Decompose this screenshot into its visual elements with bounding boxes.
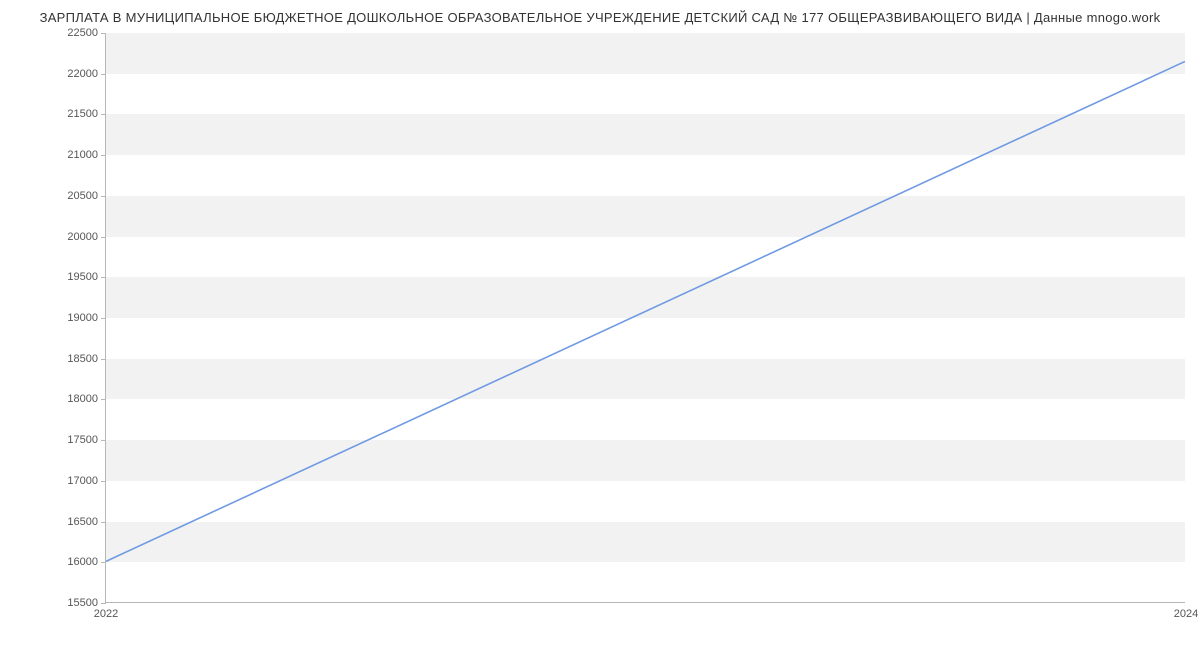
y-tick-mark (101, 237, 106, 238)
y-tick-mark (101, 522, 106, 523)
chart-title: ЗАРПЛАТА В МУНИЦИПАЛЬНОЕ БЮДЖЕТНОЕ ДОШКО… (0, 0, 1200, 25)
y-tick-mark (101, 114, 106, 115)
y-tick-mark (101, 562, 106, 563)
y-tick-mark (101, 196, 106, 197)
line-series (106, 33, 1185, 602)
plot-area: 1550016000165001700017500180001850019000… (105, 33, 1185, 603)
y-tick-mark (101, 33, 106, 34)
chart-wrap: 1550016000165001700017500180001850019000… (10, 33, 1190, 603)
y-tick-mark (101, 155, 106, 156)
y-tick-mark (101, 74, 106, 75)
x-tick-label: 2024 (1174, 602, 1198, 620)
y-tick-mark (101, 440, 106, 441)
y-tick-mark (101, 277, 106, 278)
y-tick-mark (101, 318, 106, 319)
y-tick-mark (101, 359, 106, 360)
y-tick-mark (101, 399, 106, 400)
y-tick-mark (101, 481, 106, 482)
x-tick-label: 2022 (94, 602, 118, 620)
data-line (106, 61, 1185, 561)
